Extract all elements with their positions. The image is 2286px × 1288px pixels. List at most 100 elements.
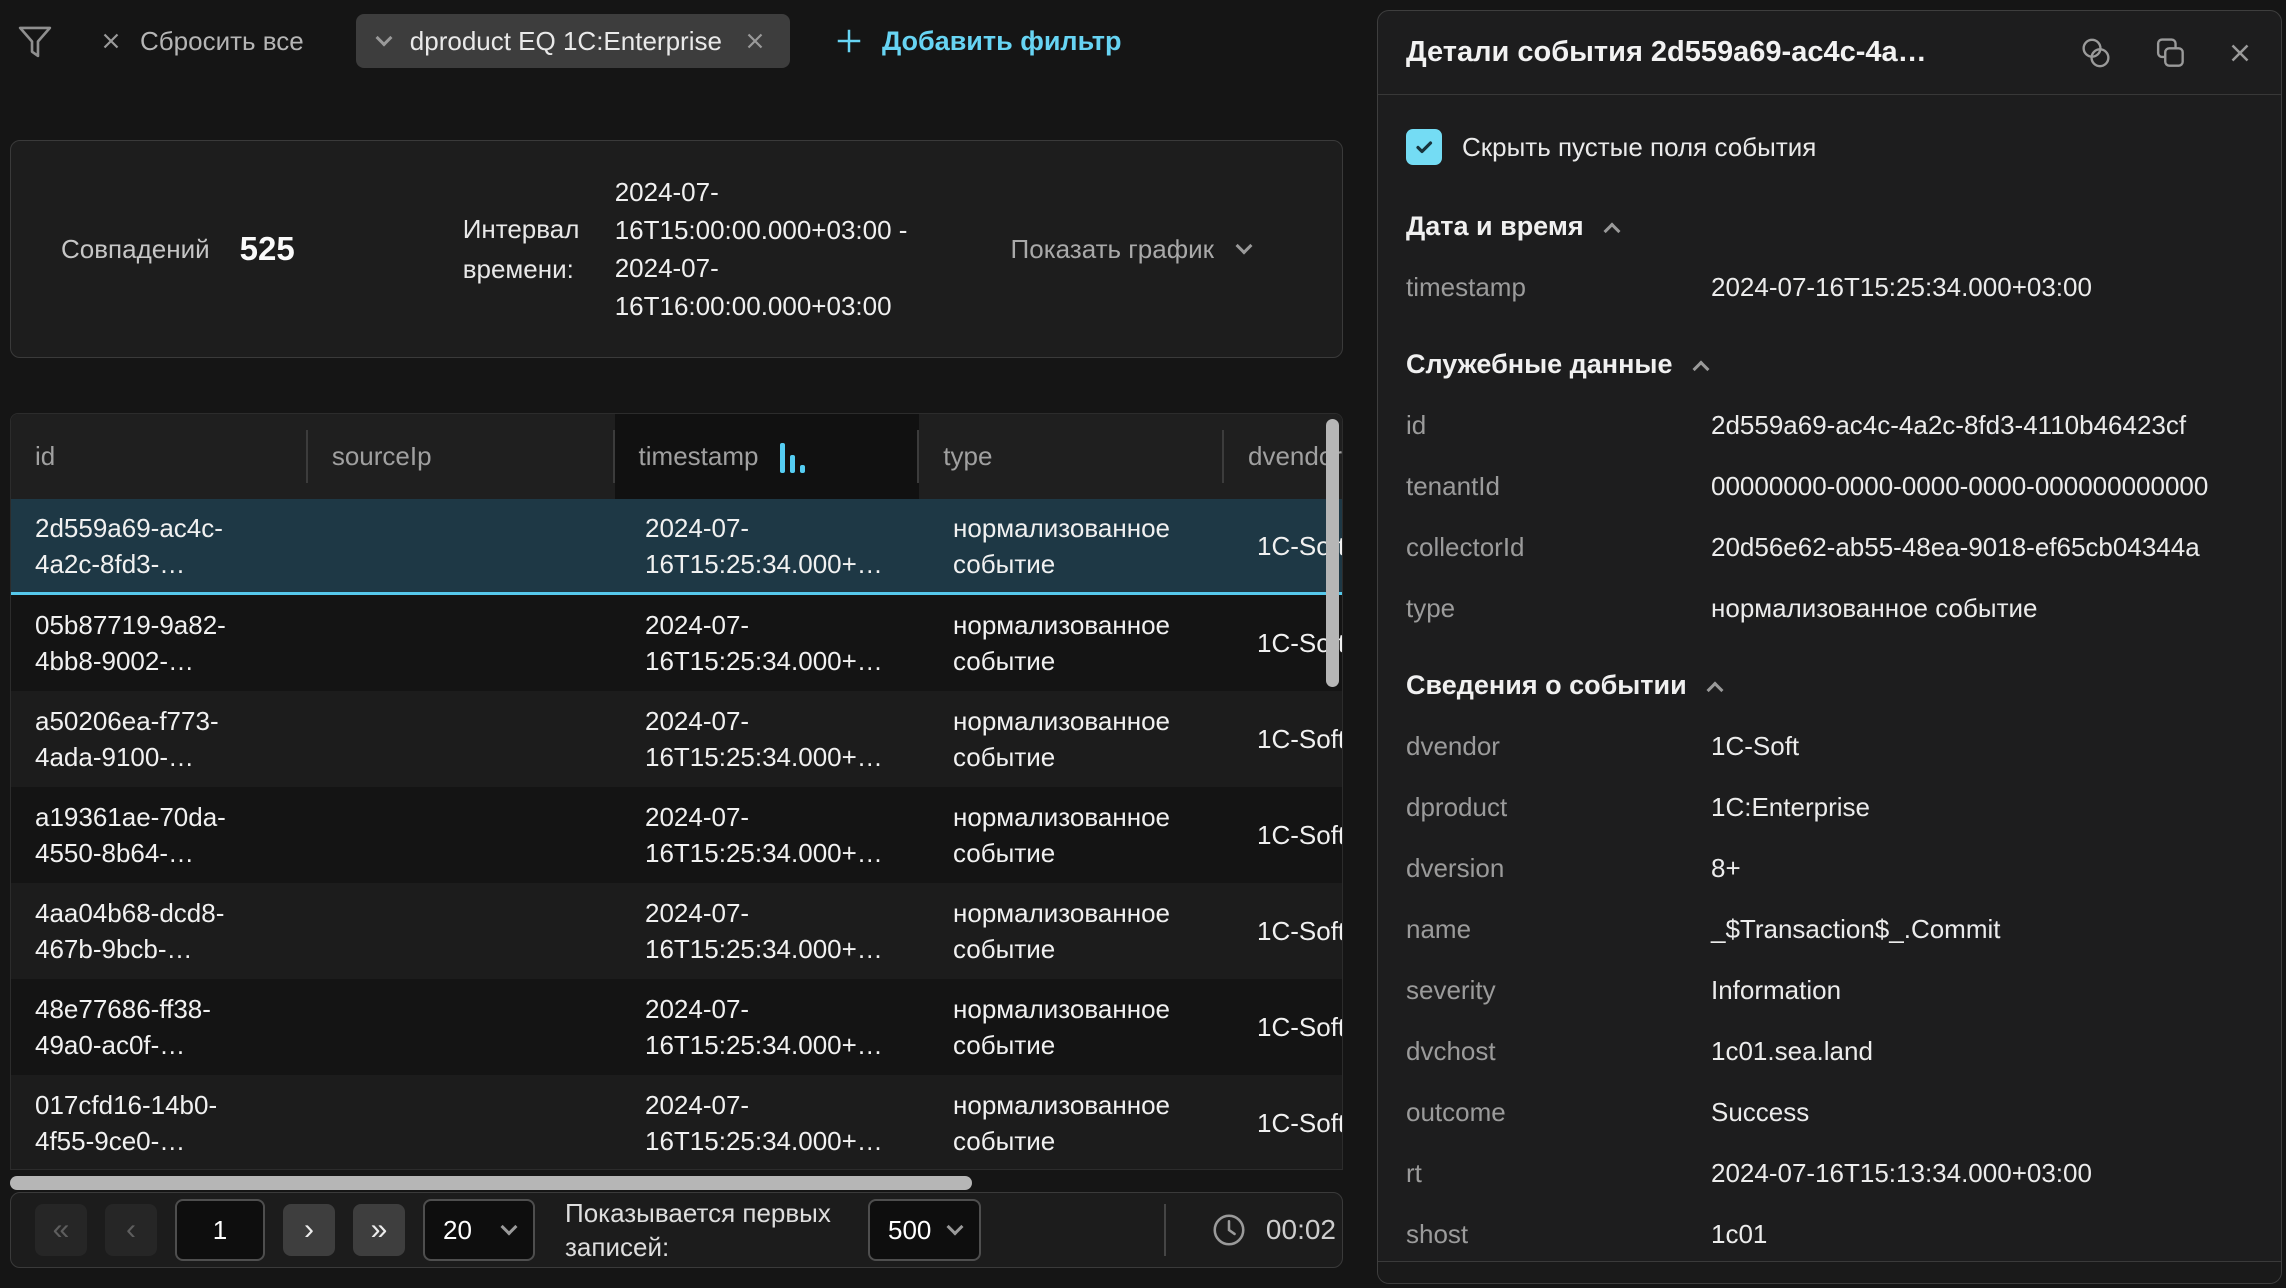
add-filter-button[interactable]: Добавить фильтр (834, 26, 1122, 57)
column-header-dvendor[interactable]: dvendor (1224, 414, 1342, 499)
column-header-sourceip[interactable]: sourceIp (308, 414, 615, 499)
cell-type: нормализованное событие (929, 979, 1237, 1075)
section-service-data[interactable]: Служебные данные (1406, 349, 2253, 380)
column-label: sourceIp (332, 441, 432, 472)
cell-dvendor: 1C-Soft (1237, 883, 1342, 979)
hide-empty-label: Скрыть пустые поля события (1462, 132, 1816, 163)
cell-id: 2d559a69-ac4c-4a2c-8fd3-… (11, 499, 311, 592)
section-date-time[interactable]: Дата и время (1406, 211, 2253, 242)
field-value: 1C-Soft (1711, 730, 2253, 762)
field-row: dversion 8+ (1406, 852, 2253, 884)
table-row[interactable]: a19361ae-70da-4550-8b64-… 2024-07-16T15:… (11, 787, 1342, 883)
hide-empty-fields-row: Скрыть пустые поля события (1406, 129, 2253, 165)
section-title: Служебные данные (1406, 349, 1673, 380)
field-value: _$Transaction$_.Commit (1711, 913, 2253, 945)
cell-id: 4aa04b68-dcd8-467b-9bcb-… (11, 883, 311, 979)
page-number-input[interactable] (175, 1199, 265, 1261)
field-key: severity (1406, 974, 1711, 1006)
next-page-button[interactable]: › (283, 1204, 335, 1256)
records-limit-select[interactable]: 500 (868, 1199, 981, 1261)
section-title: Дата и время (1406, 211, 1584, 242)
table-row[interactable]: 4aa04b68-dcd8-467b-9bcb-… 2024-07-16T15:… (11, 883, 1342, 979)
hide-empty-checkbox[interactable] (1406, 129, 1442, 165)
cell-id: 017cfd16-14b0-4f55-9ce0-… (11, 1075, 311, 1170)
cell-timestamp: 2024-07-16T15:25:34.000+… (621, 499, 929, 592)
horizontal-scrollbar[interactable] (10, 1176, 972, 1190)
field-key: type (1406, 592, 1711, 624)
chevron-down-icon (1236, 238, 1253, 255)
column-header-type[interactable]: type (919, 414, 1224, 499)
elapsed-time: 00:02 (1210, 1211, 1336, 1249)
details-panel-actions (2077, 34, 2255, 72)
prev-page-button[interactable]: ‹ (105, 1204, 157, 1256)
details-panel-title: Детали события 2d559a69-ac4c-4a… (1406, 36, 2057, 69)
field-row: rt 2024-07-16T15:13:34.000+03:00 (1406, 1157, 2253, 1189)
filter-bar: Сбросить все dproduct EQ 1C:Enterprise Д… (14, 12, 1122, 70)
divider (1164, 1204, 1166, 1256)
field-row: id 2d559a69-ac4c-4a2c-8fd3-4110b46423cf (1406, 409, 2253, 441)
field-value: 2024-07-16T15:25:34.000+03:00 (1711, 271, 2253, 303)
column-header-timestamp[interactable]: timestamp (615, 414, 920, 499)
field-row: outcome Success (1406, 1096, 2253, 1128)
column-header-id[interactable]: id (11, 414, 308, 499)
cell-type: нормализованное событие (929, 499, 1237, 592)
field-value: Information (1711, 974, 2253, 1006)
filter-chip[interactable]: dproduct EQ 1C:Enterprise (356, 14, 790, 68)
field-value: 1C:Enterprise (1711, 791, 2253, 823)
field-key: name (1406, 913, 1711, 945)
cell-type: нормализованное событие (929, 1075, 1237, 1170)
column-label: timestamp (639, 441, 759, 472)
cell-id: 48e77686-ff38-49a0-ac0f-… (11, 979, 311, 1075)
check-icon (1412, 135, 1436, 159)
details-panel-footer (1378, 1261, 2281, 1283)
chevron-up-icon (1603, 222, 1620, 239)
remove-filter-icon[interactable] (742, 28, 768, 54)
clear-icon (98, 28, 124, 54)
field-row: dvendor 1C-Soft (1406, 730, 2253, 762)
table-row[interactable]: 2d559a69-ac4c-4a2c-8fd3-… 2024-07-16T15:… (11, 499, 1342, 595)
add-filter-label: Добавить фильтр (882, 26, 1122, 57)
copy-icon[interactable] (2151, 34, 2189, 72)
vertical-scrollbar[interactable] (1326, 419, 1339, 687)
section-title: Сведения о событии (1406, 670, 1687, 701)
cell-id: a19361ae-70da-4550-8b64-… (11, 787, 311, 883)
field-value: 20d56e62-ab55-48ea-9018-ef65cb04344a (1711, 531, 2253, 563)
cell-timestamp: 2024-07-16T15:25:34.000+… (621, 595, 929, 691)
table-row[interactable]: 05b87719-9a82-4bb8-9002-… 2024-07-16T15:… (11, 595, 1342, 691)
reset-all-button[interactable]: Сбросить все (98, 26, 304, 57)
interval-value: 2024-07-16T15:00:00.000+03:00 - 2024-07-… (615, 173, 949, 325)
cell-dvendor: 1C-Soft (1237, 1075, 1342, 1170)
table-row[interactable]: a50206ea-f773-4ada-9100-… 2024-07-16T15:… (11, 691, 1342, 787)
cell-timestamp: 2024-07-16T15:25:34.000+… (621, 787, 929, 883)
section-event-info[interactable]: Сведения о событии (1406, 670, 2253, 701)
filter-chip-label: dproduct EQ 1C:Enterprise (410, 26, 722, 57)
close-icon[interactable] (2225, 38, 2255, 68)
field-key: rt (1406, 1157, 1711, 1189)
field-value: 1c01 (1711, 1218, 2253, 1250)
page-size-select[interactable]: 20 (423, 1199, 535, 1261)
field-key: id (1406, 409, 1711, 441)
field-value: Success (1711, 1096, 2253, 1128)
rings-icon[interactable] (2077, 34, 2115, 72)
table-row[interactable]: 017cfd16-14b0-4f55-9ce0-… 2024-07-16T15:… (11, 1075, 1342, 1170)
cell-timestamp: 2024-07-16T15:25:34.000+… (621, 1075, 929, 1170)
cell-sourceip (311, 1075, 621, 1170)
plus-icon (834, 26, 864, 56)
field-key: dproduct (1406, 791, 1711, 823)
show-chart-toggle[interactable]: Показать график (1011, 234, 1250, 265)
cell-timestamp: 2024-07-16T15:25:34.000+… (621, 691, 929, 787)
cell-sourceip (311, 787, 621, 883)
field-row: severity Information (1406, 974, 2253, 1006)
cell-type: нормализованное событие (929, 595, 1237, 691)
chevron-down-icon (947, 1219, 964, 1236)
chevron-up-icon (1706, 681, 1723, 698)
show-chart-label: Показать график (1011, 234, 1214, 265)
chevron-down-icon[interactable] (375, 30, 392, 47)
funnel-icon[interactable] (14, 20, 56, 62)
table-row[interactable]: 48e77686-ff38-49a0-ac0f-… 2024-07-16T15:… (11, 979, 1342, 1075)
last-page-button[interactable]: » (353, 1204, 405, 1256)
field-value: нормализованное событие (1711, 592, 2253, 624)
matches-counter: Совпадений 525 (61, 230, 295, 268)
table-header-row: id sourceIp timestamp type dvendor (11, 414, 1342, 499)
first-page-button[interactable]: « (35, 1204, 87, 1256)
